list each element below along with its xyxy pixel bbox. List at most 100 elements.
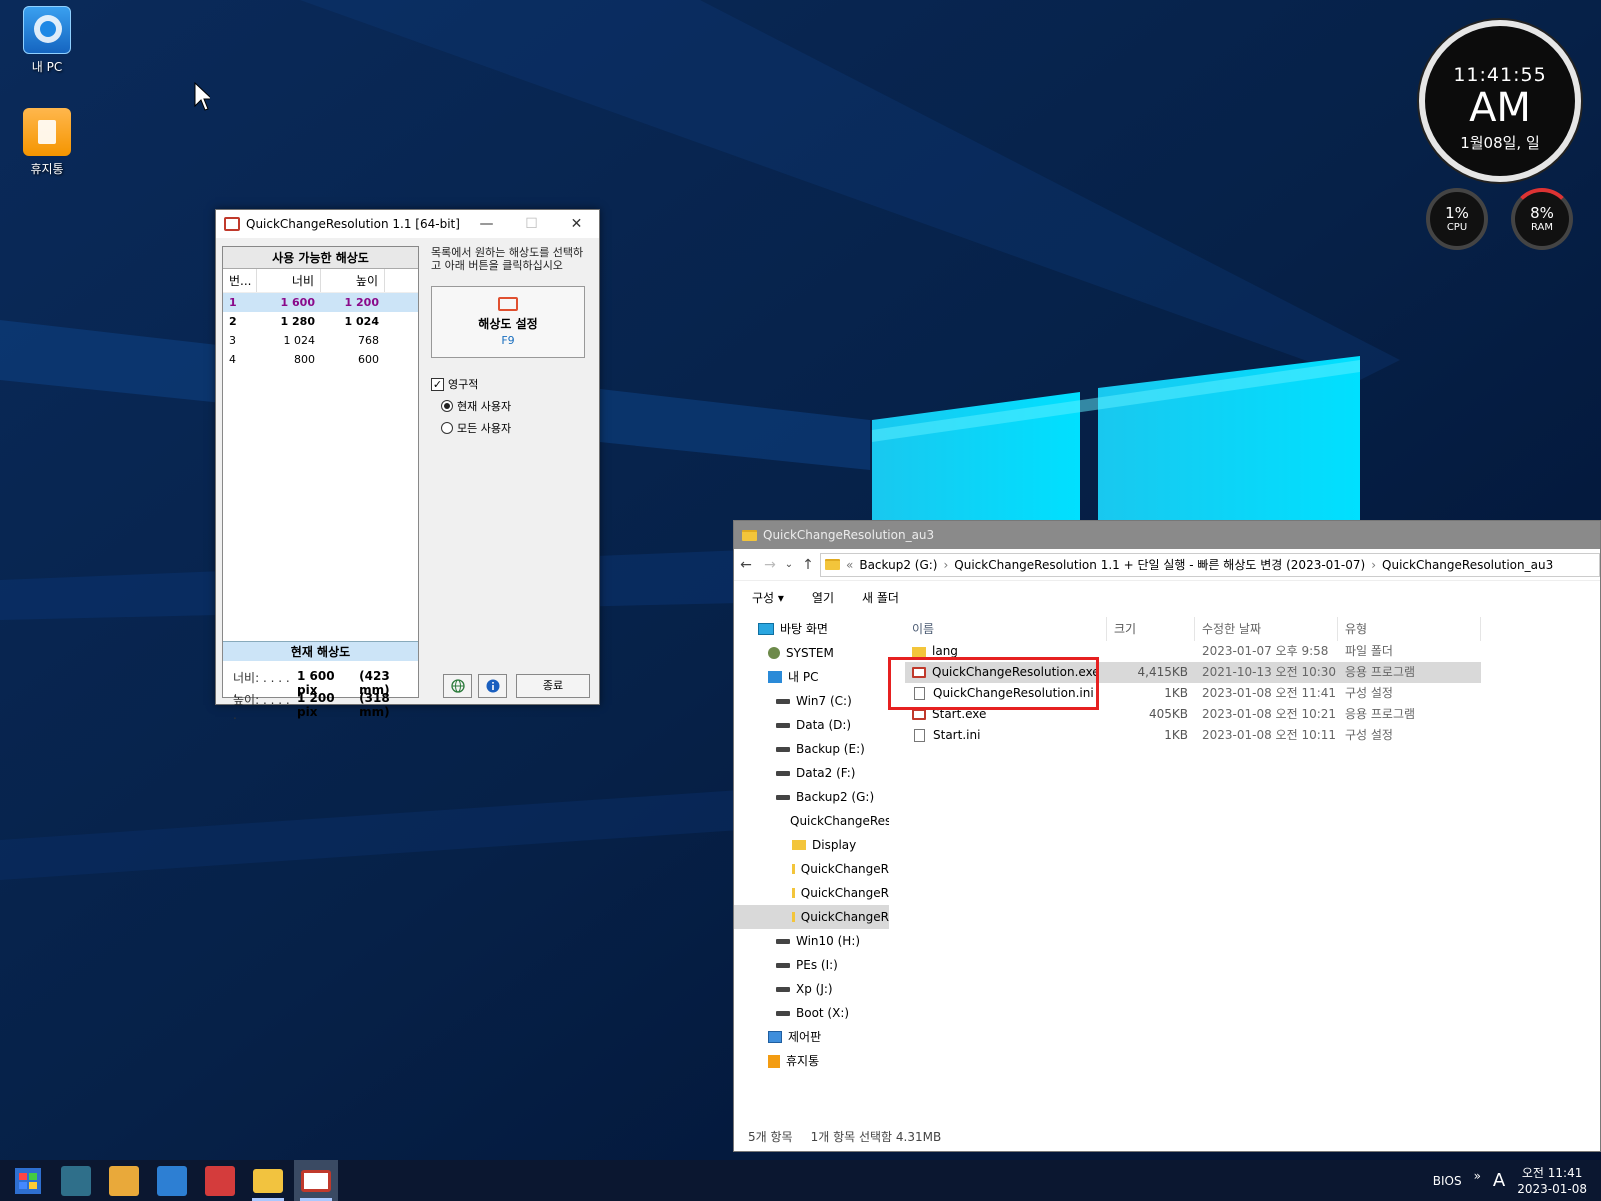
tree-item-drive[interactable]: Backup (E:): [734, 737, 889, 761]
row-height: 768: [358, 334, 379, 347]
drive-icon: [776, 746, 790, 752]
tree-item-folder[interactable]: Display: [734, 833, 889, 857]
address-box[interactable]: « Backup2 (G:) › QuickChangeResolution 1…: [820, 552, 1600, 577]
clock-gadget: 11:41:55 AM 1월08일, 일: [1419, 20, 1581, 182]
tray-overflow-chevron[interactable]: »: [1474, 1169, 1481, 1183]
exe-icon: [912, 709, 926, 720]
exit-button[interactable]: 종료: [516, 674, 590, 698]
control-panel-icon: [768, 1031, 782, 1043]
minimize-button[interactable]: —: [464, 210, 509, 238]
desktop-icon-recycle-bin[interactable]: 휴지통: [12, 108, 82, 177]
tree-item-label: QuickChangeR: [800, 886, 889, 900]
file-type: 구성 설정: [1345, 686, 1393, 700]
permanent-checkbox[interactable]: ✓: [431, 377, 444, 391]
column-date[interactable]: 수정한 날짜: [1195, 617, 1338, 641]
tree-item-control-panel[interactable]: 제어판: [734, 1025, 889, 1049]
tree-item-folder[interactable]: QuickChangeRes: [734, 809, 889, 833]
tray-clock[interactable]: 오전 11:41 2023-01-08: [1517, 1165, 1587, 1197]
tree-item-drive[interactable]: Boot (X:): [734, 1001, 889, 1025]
column-width[interactable]: 너비: [257, 269, 321, 292]
row-width: 800: [294, 353, 315, 366]
tree-item-desktop[interactable]: 바탕 화면: [734, 617, 889, 641]
chevron-right-icon: ›: [943, 557, 949, 572]
column-height[interactable]: 높이: [321, 269, 385, 292]
tree-item-folder-selected[interactable]: QuickChangeR: [734, 905, 889, 929]
column-number[interactable]: 번...: [223, 269, 257, 292]
start-button[interactable]: [6, 1160, 50, 1201]
new-folder-command[interactable]: 새 폴더: [862, 589, 899, 606]
taskbar-sync-button[interactable]: [150, 1160, 194, 1201]
about-button[interactable]: [478, 674, 507, 698]
recycle-bin-icon: [23, 108, 71, 156]
explorer-titlebar[interactable]: QuickChangeResolution_au3: [734, 521, 1600, 549]
file-row[interactable]: Start.ini 1KB 2023-01-08 오전 10:11 구성 설정: [905, 725, 1481, 746]
set-resolution-button[interactable]: 해상도 설정 F9: [431, 286, 585, 358]
close-window-button[interactable]: ✕: [554, 210, 599, 238]
row-number: 2: [229, 315, 237, 328]
file-name: Start.ini: [933, 728, 981, 742]
tree-item-drive[interactable]: Data (D:): [734, 713, 889, 737]
cpu-gauge: 1% CPU: [1426, 188, 1488, 250]
info-icon: [486, 679, 499, 693]
tree-item-label: 내 PC: [788, 670, 819, 684]
back-button[interactable]: ←: [734, 557, 758, 573]
tree-item-drive[interactable]: Win7 (C:): [734, 689, 889, 713]
tree-item-drive[interactable]: Data2 (F:): [734, 761, 889, 785]
tray-bios[interactable]: BIOS: [1433, 1174, 1462, 1188]
current-user-radio[interactable]: [441, 400, 453, 412]
row-width: 1 600: [280, 296, 315, 309]
monitor-icon: [498, 297, 518, 311]
tree-item-label: Data (D:): [796, 718, 852, 732]
tree-item-drive[interactable]: PEs (I:): [734, 953, 889, 977]
clock-date: 1월08일, 일: [1460, 134, 1540, 152]
taskbar-x-button[interactable]: [198, 1160, 242, 1201]
tree-item-recycle-bin[interactable]: 휴지통: [734, 1049, 889, 1073]
tree-item-folder[interactable]: QuickChangeR: [734, 881, 889, 905]
resolution-row[interactable]: 4 800 600: [223, 350, 418, 369]
organize-menu[interactable]: 구성 ▾: [752, 589, 784, 606]
breadcrumb-drive[interactable]: Backup2 (G:): [859, 558, 937, 572]
taskbar-desktop-button[interactable]: [54, 1160, 98, 1201]
column-size[interactable]: 크기: [1107, 617, 1195, 641]
tree-item-drive[interactable]: Win10 (H:): [734, 929, 889, 953]
open-command[interactable]: 열기: [812, 589, 834, 606]
all-users-option[interactable]: 모든 사용자: [441, 420, 591, 436]
language-button[interactable]: [443, 674, 472, 698]
qcr-right-panel: 목록에서 원하는 해상도를 선택하고 아래 버튼을 클릭하십시오 해상도 설정 …: [431, 246, 591, 436]
taskbar-qcr-button[interactable]: [294, 1160, 338, 1201]
tree-item-label: 휴지통: [786, 1054, 820, 1068]
file-type: 파일 폴더: [1345, 644, 1393, 658]
current-height-value: 1 200 pix: [297, 691, 335, 719]
tree-item-system[interactable]: SYSTEM: [734, 641, 889, 665]
taskbar: BIOS » A 오전 11:41 2023-01-08: [0, 1160, 1601, 1201]
breadcrumb-overflow[interactable]: «: [846, 558, 853, 572]
recent-locations-button[interactable]: ⌄: [782, 559, 796, 570]
tree-item-drive[interactable]: Backup2 (G:): [734, 785, 889, 809]
folder-icon: [792, 840, 806, 850]
resolution-row[interactable]: 3 1 024 768: [223, 331, 418, 350]
desktop-icon-my-pc[interactable]: 내 PC: [12, 6, 82, 75]
tree-item-my-pc[interactable]: 내 PC: [734, 665, 889, 689]
resolution-list-panel: 사용 가능한 해상도 번... 너비 높이 1 1 600 1 200 2 1 …: [222, 246, 419, 722]
qcr-titlebar[interactable]: QuickChangeResolution 1.1 [64-bit] — ☐ ✕: [216, 210, 599, 238]
tree-item-drive[interactable]: Xp (J:): [734, 977, 889, 1001]
tree-item-folder[interactable]: QuickChangeR: [734, 857, 889, 881]
resolution-row[interactable]: 1 1 600 1 200: [223, 293, 418, 312]
set-resolution-label: 해상도 설정: [478, 317, 538, 331]
column-type[interactable]: 유형: [1338, 617, 1481, 641]
taskbar-user-button[interactable]: [102, 1160, 146, 1201]
file-size: [1107, 641, 1195, 662]
tray-ime[interactable]: A: [1493, 1170, 1505, 1191]
taskbar-explorer-button[interactable]: [246, 1160, 290, 1201]
resolution-row[interactable]: 2 1 280 1 024: [223, 312, 418, 331]
current-user-option[interactable]: 현재 사용자: [441, 398, 591, 414]
all-users-radio[interactable]: [441, 422, 453, 434]
permanent-option[interactable]: ✓ 영구적: [431, 376, 591, 392]
tree-item-label: Display: [812, 838, 857, 852]
breadcrumb-parent[interactable]: QuickChangeResolution 1.1 + 단일 실행 - 빠른 해…: [954, 556, 1365, 573]
breadcrumb-current[interactable]: QuickChangeResolution_au3: [1382, 558, 1553, 572]
column-name[interactable]: 이름: [905, 617, 1107, 641]
current-height-label: 높이: . . . . .: [233, 693, 290, 722]
up-button[interactable]: ↑: [796, 557, 820, 573]
row-height: 1 200: [344, 296, 379, 309]
